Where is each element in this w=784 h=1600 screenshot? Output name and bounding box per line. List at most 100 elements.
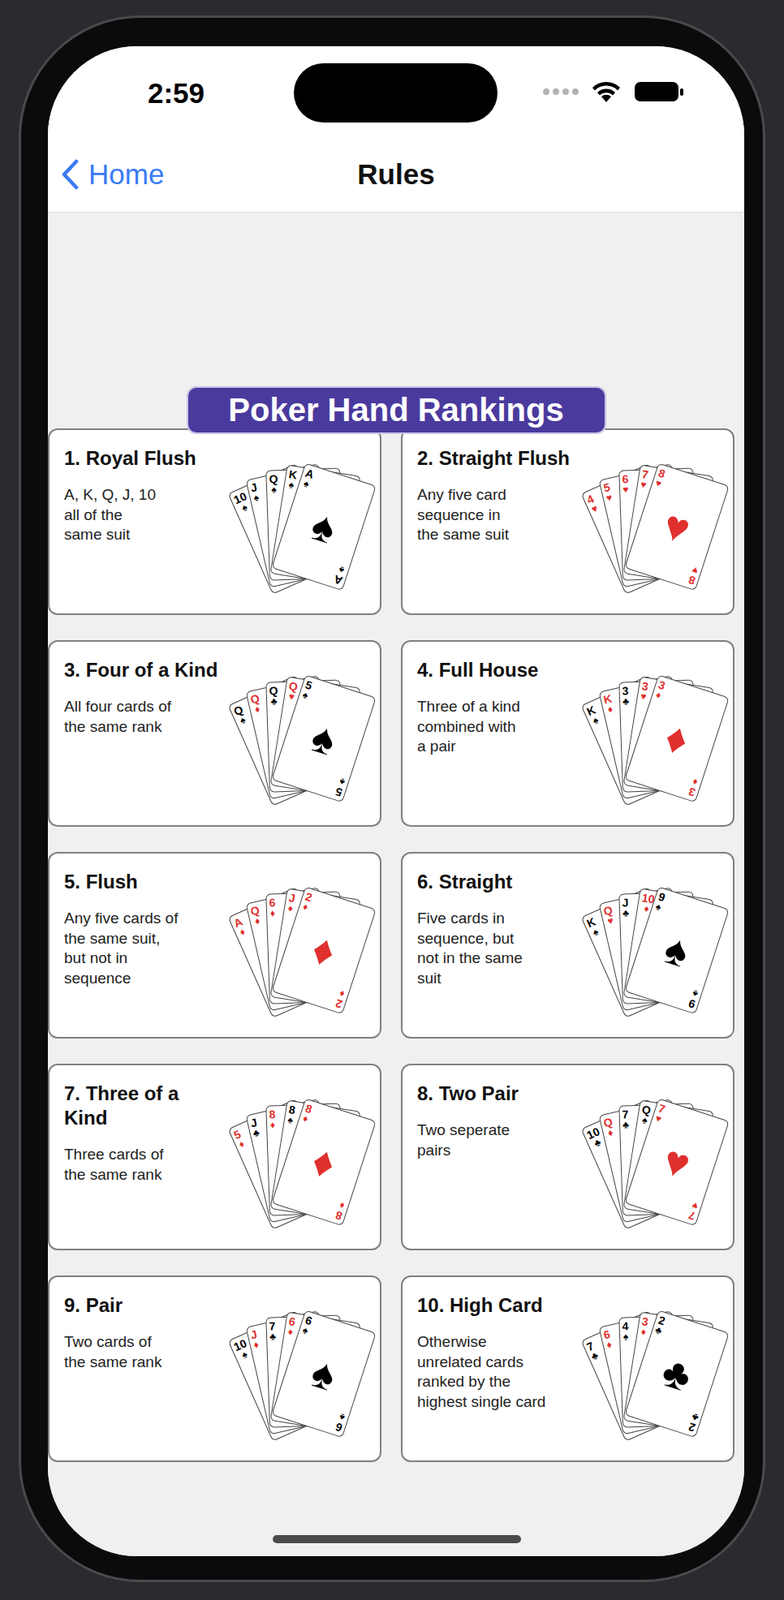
description-line: but not in (64, 948, 226, 970)
cellular-signal-icon (542, 88, 579, 95)
card-corner: 3♥ (639, 680, 650, 703)
card-rank: 3 (641, 680, 650, 693)
card-corner: J♣ (621, 896, 629, 918)
card-corner: 6♠ (301, 1313, 314, 1336)
card-rank: 6 (288, 1315, 297, 1328)
card-suit: ♦ (301, 901, 311, 913)
hand-panel: 1. Royal FlushA, K, Q, J, 10all of thesa… (47, 428, 382, 616)
card-corner: J♦ (249, 1328, 260, 1351)
description-line: Two seperate (417, 1120, 579, 1142)
card-corner: 3♣ (621, 684, 629, 707)
hand-description: 6. StraightFive cards insequence, butnot… (417, 870, 579, 1028)
card-suit: ♣ (252, 1128, 261, 1139)
card-corner: 5♠ (301, 678, 314, 701)
card-corner: 7♥ (639, 468, 650, 491)
card-rank: J (621, 896, 629, 909)
card-corner: 8♥ (654, 466, 667, 489)
card-suit: ♥ (639, 479, 647, 491)
card-suit: ♠ (338, 776, 347, 788)
card-suit: ♣ (270, 696, 277, 707)
card-suit: ♠ (691, 988, 700, 1000)
hand-panel: 6. StraightFive cards insequence, butnot… (400, 852, 735, 1039)
hand-panel: 9. PairTwo cards ofthe same rank10♠J♦7♣6… (47, 1275, 382, 1463)
card-corner: 7♣ (268, 1320, 276, 1342)
hand-title: 5. Flush (64, 870, 226, 895)
card-suit: ♠ (337, 564, 346, 576)
card-fan: 5♦J♣8♦8♠8♦♦8♦ (225, 1076, 380, 1240)
card-suit: ♥ (690, 564, 699, 577)
card-suit: ♦ (237, 926, 246, 938)
card-suit: ♣ (622, 696, 629, 707)
card-fan: A♦Q♦6♦J♦2♦♦2♦ (225, 865, 380, 1028)
description-line: Any five card (417, 485, 579, 506)
card-corner: 2♣ (687, 1412, 701, 1435)
card-suit: ♠ (623, 1331, 629, 1342)
card-suit: ♥ (605, 492, 614, 504)
card-suit: ♠ (641, 1115, 648, 1126)
card-suit: ♦ (338, 988, 347, 1000)
card-suit: ♦ (643, 904, 651, 915)
card-corner: 6♠ (334, 1412, 347, 1435)
card-corner: 9♠ (654, 890, 667, 913)
card-rank: 2 (334, 997, 345, 1011)
card-rank: 9 (687, 997, 698, 1011)
card-rank: 4 (621, 1320, 629, 1332)
card-suit: ♦ (254, 916, 262, 927)
description-line: same suit (64, 525, 226, 546)
card-rank: J (288, 891, 297, 905)
card-suit: ♥ (606, 915, 615, 927)
hand-description: 8. Two PairTwo seperatepairs (417, 1081, 579, 1240)
card-corner: 6♦ (602, 1328, 613, 1351)
hand-title: 4. Full House (417, 658, 579, 683)
hand-description: 7. Three of a KindThree cards ofthe same… (64, 1081, 226, 1240)
hand-title: 2. Straight Flush (417, 446, 579, 471)
card-rank: 7 (687, 1209, 698, 1223)
card-corner: Q♠ (232, 703, 250, 727)
description-line: unrelated cards (417, 1352, 579, 1374)
card-corner: 8♠ (286, 1103, 297, 1126)
card-suit: ♦ (287, 1326, 294, 1338)
description-line: the same suit (417, 525, 579, 546)
card-corner: 2♣ (654, 1313, 668, 1336)
card-suit: ♦ (605, 1339, 613, 1351)
card-suit: ♥ (654, 478, 663, 490)
card-rank: K (288, 468, 298, 481)
card-corner: 7♥ (687, 1200, 700, 1223)
description-line: highest single card (417, 1392, 579, 1413)
hand-title: 10. High Card (417, 1293, 579, 1319)
description-line: Three cards of (64, 1145, 226, 1166)
back-label[interactable]: Home (88, 153, 164, 197)
card-suit: ♦ (691, 776, 700, 788)
hand-title: 8. Two Pair (417, 1081, 579, 1107)
card-rank: 5 (334, 785, 345, 799)
description-line: the same rank (64, 1165, 226, 1186)
card-suit: ♦ (640, 1326, 647, 1338)
card-corner: 7♣ (585, 1339, 600, 1362)
card-fan: 10♠J♠Q♠K♠A♠♠A♠ (225, 441, 380, 604)
card-corner: Q♣ (268, 684, 279, 707)
card-rank: 6 (334, 1421, 345, 1435)
card-corner: 3♦ (639, 1315, 650, 1338)
card-corner: Q♦ (249, 904, 263, 927)
card-corner: 5♠ (334, 776, 347, 799)
hand-description: 10. High CardOtherwiseunrelated cardsran… (417, 1293, 579, 1452)
card-rank: 3 (621, 684, 629, 697)
description-line: sequence (64, 969, 226, 990)
dynamic-island (293, 63, 498, 123)
card-corner: 6♦ (268, 896, 276, 918)
hand-title: 3. Four of a Kind (64, 658, 226, 683)
description-line: A, K, Q, J, 10 (64, 485, 226, 506)
description-line: the same suit, (64, 929, 226, 950)
card-rank: 7 (268, 1320, 276, 1332)
hand-rankings-grid: 1. Royal FlushA, K, Q, J, 10all of thesa… (47, 428, 745, 1463)
page-title: Rules (357, 153, 435, 197)
card-corner: 5♥ (602, 481, 613, 504)
card-suit: ♠ (590, 926, 600, 939)
card-suit: ♦ (607, 1128, 615, 1139)
description-line: All four cards of (64, 697, 226, 718)
card-suit: ♥ (690, 1200, 699, 1212)
back-button[interactable]: Home (47, 153, 164, 197)
card-corner: K♠ (286, 468, 298, 491)
home-indicator (272, 1535, 522, 1544)
card-suit: ♦ (254, 704, 262, 716)
